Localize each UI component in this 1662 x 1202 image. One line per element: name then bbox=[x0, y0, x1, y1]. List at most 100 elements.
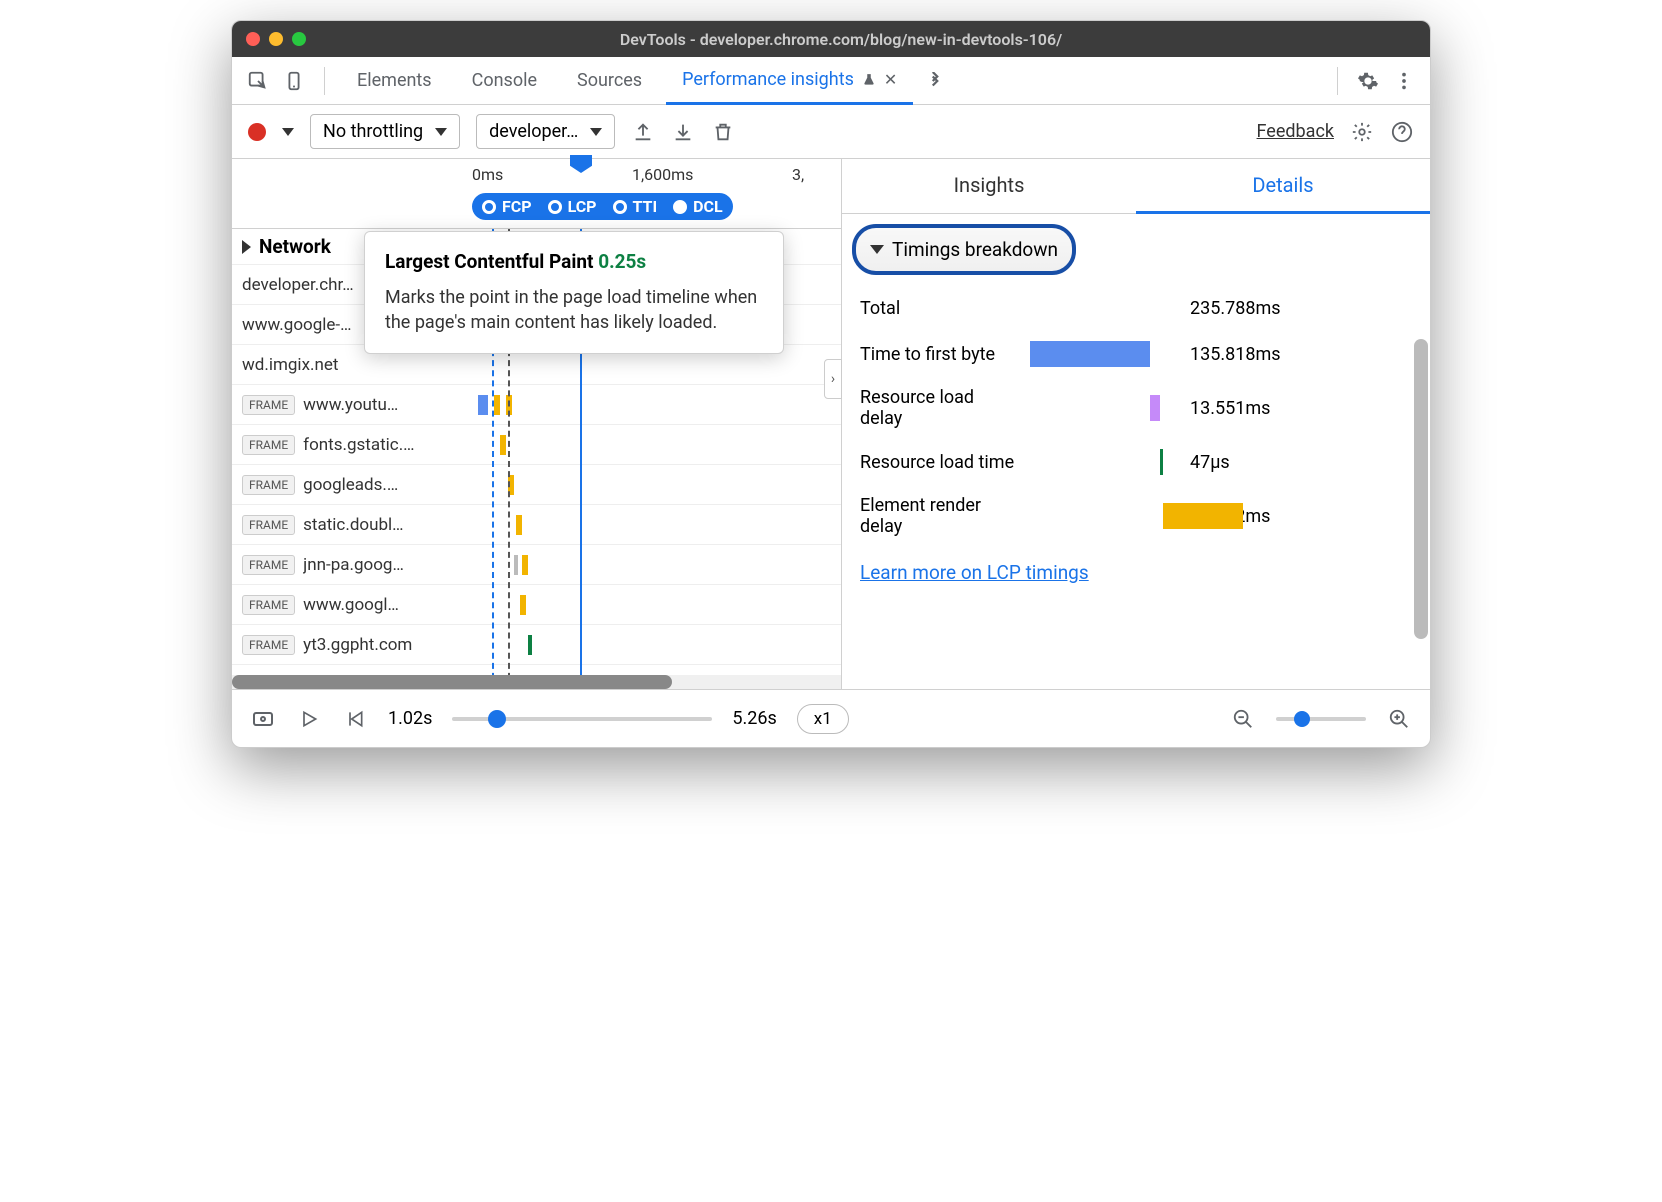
download-icon[interactable] bbox=[671, 120, 695, 144]
time-start-label: 1.02s bbox=[388, 708, 432, 729]
play-icon[interactable] bbox=[296, 706, 322, 732]
titlebar: DevTools - developer.chrome.com/blog/new… bbox=[232, 21, 1430, 57]
vertical-scrollbar[interactable] bbox=[1414, 219, 1428, 629]
fcp-marker[interactable]: FCP bbox=[482, 197, 532, 216]
right-pane: Insights Details Timings breakdown Total… bbox=[842, 159, 1430, 689]
divider bbox=[324, 67, 325, 95]
timing-value: 47µs bbox=[1190, 452, 1230, 473]
zoom-out-icon[interactable] bbox=[1230, 706, 1256, 732]
timing-value: 135.818ms bbox=[1190, 344, 1281, 365]
network-row[interactable]: FRAMEfonts.gstatic.… bbox=[232, 425, 841, 465]
frame-badge: FRAME bbox=[242, 435, 295, 455]
toolbar: No throttling developer… Feedback bbox=[232, 105, 1430, 159]
record-options-icon[interactable] bbox=[282, 128, 294, 136]
devtools-window: DevTools - developer.chrome.com/blog/new… bbox=[231, 20, 1431, 748]
lcp-tooltip: Largest Contentful Paint 0.25s Marks the… bbox=[364, 231, 784, 354]
throttling-select[interactable]: No throttling bbox=[310, 114, 460, 149]
flask-icon bbox=[862, 73, 876, 87]
footer: 1.02s 5.26s x1 bbox=[232, 689, 1430, 747]
timing-value: 235.788ms bbox=[1190, 298, 1281, 319]
timing-row: Time to first byte 135.818ms bbox=[842, 331, 1430, 377]
horizontal-scrollbar[interactable] bbox=[232, 675, 841, 689]
timing-bar bbox=[1030, 341, 1180, 367]
timing-row: Total 235.788ms bbox=[842, 285, 1430, 331]
tab-insights[interactable]: Insights bbox=[842, 159, 1136, 213]
settings-icon[interactable] bbox=[1354, 67, 1382, 95]
time-slider[interactable] bbox=[452, 717, 712, 721]
network-row[interactable]: FRAMEwww.youtu… bbox=[232, 385, 841, 425]
frame-badge: FRAME bbox=[242, 595, 295, 615]
breakdown-title: Timings breakdown bbox=[892, 238, 1058, 261]
lcp-marker[interactable]: LCP bbox=[548, 197, 597, 216]
network-row[interactable]: FRAMEjnn-pa.goog… bbox=[232, 545, 841, 585]
tab-elements[interactable]: Elements bbox=[341, 57, 448, 105]
minimize-window-button[interactable] bbox=[269, 32, 283, 46]
network-bars bbox=[472, 585, 841, 624]
right-tabs: Insights Details bbox=[842, 159, 1430, 214]
expand-icon bbox=[242, 240, 251, 254]
help-icon[interactable] bbox=[1390, 120, 1414, 144]
tick-label: 3, bbox=[792, 165, 804, 184]
chevron-down-icon bbox=[590, 128, 602, 136]
zoom-slider[interactable] bbox=[1276, 717, 1366, 721]
pane-expand-handle[interactable]: › bbox=[824, 359, 842, 399]
timing-value: 13.551ms bbox=[1190, 398, 1270, 419]
inspect-element-icon[interactable] bbox=[244, 67, 272, 95]
tooltip-title: Largest Contentful Paint bbox=[385, 250, 593, 273]
network-bars bbox=[472, 465, 841, 504]
tab-label: Performance insights bbox=[682, 69, 854, 90]
frame-badge: FRAME bbox=[242, 395, 295, 415]
panel-tabbar: Elements Console Sources Performance ins… bbox=[232, 57, 1430, 105]
network-row[interactable]: FRAMEyt3.ggpht.com bbox=[232, 625, 841, 665]
chevron-down-icon bbox=[435, 128, 447, 136]
close-window-button[interactable] bbox=[246, 32, 260, 46]
tti-marker[interactable]: TTI bbox=[613, 197, 658, 216]
frame-badge: FRAME bbox=[242, 635, 295, 655]
screenshot-toggle-icon[interactable] bbox=[250, 706, 276, 732]
network-row[interactable]: FRAMEstatic.doubl… bbox=[232, 505, 841, 545]
tab-sources[interactable]: Sources bbox=[561, 57, 658, 105]
page-value: developer… bbox=[489, 121, 578, 142]
left-pane: 0ms 1,600ms 3, FCP LCP TTI DCL Network d… bbox=[232, 159, 842, 689]
timing-label: Resource load time bbox=[860, 452, 1020, 473]
tab-performance-insights[interactable]: Performance insights ✕ bbox=[666, 57, 913, 105]
record-button[interactable] bbox=[248, 123, 266, 141]
dcl-marker[interactable]: DCL bbox=[673, 197, 723, 216]
learn-more-link[interactable]: Learn more on LCP timings bbox=[842, 547, 1430, 598]
network-bars bbox=[472, 505, 841, 544]
tab-details[interactable]: Details bbox=[1136, 159, 1430, 214]
rewind-icon[interactable] bbox=[342, 706, 368, 732]
timeline-ruler[interactable]: 0ms 1,600ms 3, FCP LCP TTI DCL bbox=[232, 159, 841, 229]
network-row[interactable]: FRAMEwww.googl… bbox=[232, 585, 841, 625]
timing-label: Element render delay bbox=[860, 495, 1020, 537]
kebab-menu-icon[interactable] bbox=[1390, 67, 1418, 95]
tick-label: 0ms bbox=[472, 165, 503, 184]
playhead-marker[interactable] bbox=[570, 155, 592, 173]
tooltip-body: Marks the point in the page load timelin… bbox=[385, 285, 763, 335]
network-row[interactable]: FRAMEgoogleads.… bbox=[232, 465, 841, 505]
timings-breakdown-header[interactable]: Timings breakdown bbox=[852, 224, 1076, 275]
frame-badge: FRAME bbox=[242, 475, 295, 495]
page-select[interactable]: developer… bbox=[476, 114, 615, 149]
frame-badge: FRAME bbox=[242, 555, 295, 575]
tooltip-value: 0.25s bbox=[598, 250, 646, 273]
zoom-level[interactable]: x1 bbox=[797, 704, 849, 734]
close-tab-icon[interactable]: ✕ bbox=[884, 70, 897, 89]
feedback-link[interactable]: Feedback bbox=[1257, 121, 1334, 142]
timing-row: Element render delay 86.372ms bbox=[842, 485, 1430, 547]
timing-label: Time to first byte bbox=[860, 344, 1020, 365]
device-toggle-icon[interactable] bbox=[280, 67, 308, 95]
timing-bar bbox=[1030, 295, 1180, 321]
more-tabs-icon[interactable] bbox=[921, 67, 949, 95]
upload-icon[interactable] bbox=[631, 120, 655, 144]
maximize-window-button[interactable] bbox=[292, 32, 306, 46]
delete-icon[interactable] bbox=[711, 120, 735, 144]
tab-console[interactable]: Console bbox=[456, 57, 553, 105]
panel-settings-icon[interactable] bbox=[1350, 120, 1374, 144]
zoom-in-icon[interactable] bbox=[1386, 706, 1412, 732]
section-title: Network bbox=[259, 235, 331, 258]
content: 0ms 1,600ms 3, FCP LCP TTI DCL Network d… bbox=[232, 159, 1430, 689]
window-controls bbox=[246, 32, 306, 46]
timing-label: Total bbox=[860, 298, 1020, 319]
frame-badge: FRAME bbox=[242, 515, 295, 535]
